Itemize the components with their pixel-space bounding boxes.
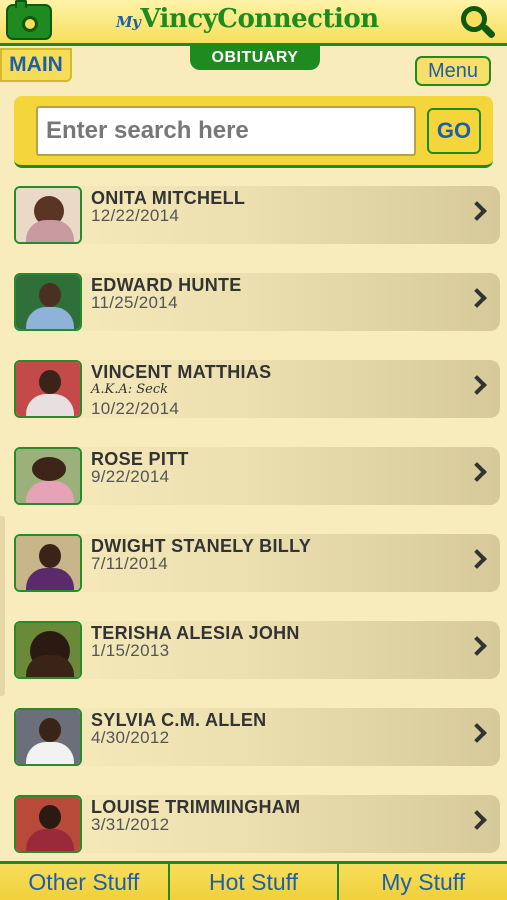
list-item[interactable]: TERISHA ALESIA JOHN 1/15/2013 [0, 615, 507, 679]
logo-main: Vincy [140, 4, 218, 34]
obituary-date: 1/15/2013 [91, 641, 170, 660]
list-item[interactable]: ONITA MITCHELL 12/22/2014 [0, 180, 507, 244]
camera-lens-shape [22, 16, 38, 32]
nav-my-stuff[interactable]: My Stuff [337, 864, 507, 900]
search-icon[interactable] [457, 4, 497, 42]
nav-other-stuff[interactable]: Other Stuff [0, 864, 168, 900]
list-item-background [14, 273, 500, 331]
list-item[interactable]: EDWARD HUNTE 11/25/2014 [0, 267, 507, 331]
photo-head [39, 370, 61, 394]
app-header: MyVincyConnection [0, 0, 507, 46]
obituary-date: 4/30/2012 [91, 728, 170, 747]
avatar [14, 621, 82, 679]
avatar [14, 795, 82, 853]
photo-head [39, 544, 61, 568]
obituary-date: 12/22/2014 [91, 206, 180, 225]
list-item[interactable]: LOUISE TRIMMINGHAM 3/31/2012 [0, 789, 507, 853]
list-item-background [14, 186, 500, 244]
avatar [14, 360, 82, 418]
photo-head [39, 283, 61, 307]
menu-button[interactable]: Menu [415, 56, 491, 86]
logo-prefix: My [116, 13, 141, 31]
search-bar: GO [14, 96, 493, 168]
list-item-background [14, 447, 500, 505]
obituary-name: VINCENT MATTHIAS [91, 362, 272, 382]
obituary-aka: A.K.A: Seck [91, 382, 169, 397]
app-logo[interactable]: MyVincyConnection [116, 4, 379, 38]
obituary-date: 3/31/2012 [91, 815, 170, 834]
logo-suffix: Connection [217, 4, 379, 34]
avatar [14, 708, 82, 766]
section-title-obituary: OBITUARY [190, 46, 320, 70]
avatar [14, 534, 82, 592]
avatar [14, 186, 82, 244]
nav-hot-stuff[interactable]: Hot Stuff [167, 864, 338, 900]
obituary-date: 11/25/2014 [91, 293, 178, 312]
list-item[interactable]: ROSE PITT 9/22/2014 [0, 441, 507, 505]
list-item[interactable]: VINCENT MATTHIAS A.K.A: Seck 10/22/2014 [0, 354, 507, 418]
photo-head [39, 805, 61, 829]
magnifier-handle [480, 23, 497, 40]
side-drawer-handle[interactable] [0, 516, 5, 696]
camera-flash-shape [15, 0, 27, 8]
obituary-date: 10/22/2014 [91, 399, 180, 418]
photo-head [39, 718, 61, 742]
avatar [14, 273, 82, 331]
list-item[interactable]: SYLVIA C.M. ALLEN 4/30/2012 [0, 702, 507, 766]
obituary-date: 7/11/2014 [91, 554, 169, 573]
bottom-nav: Other Stuff Hot Stuff My Stuff [0, 861, 507, 900]
obituary-date: 9/22/2014 [91, 467, 170, 486]
avatar [14, 447, 82, 505]
list-item[interactable]: DWIGHT STANELY BILLY 7/11/2014 [0, 528, 507, 592]
search-input[interactable] [36, 106, 416, 156]
photo-head [32, 457, 66, 481]
camera-icon[interactable] [6, 0, 52, 40]
main-tab-button[interactable]: MAIN [0, 48, 72, 82]
go-button[interactable]: GO [427, 108, 481, 154]
